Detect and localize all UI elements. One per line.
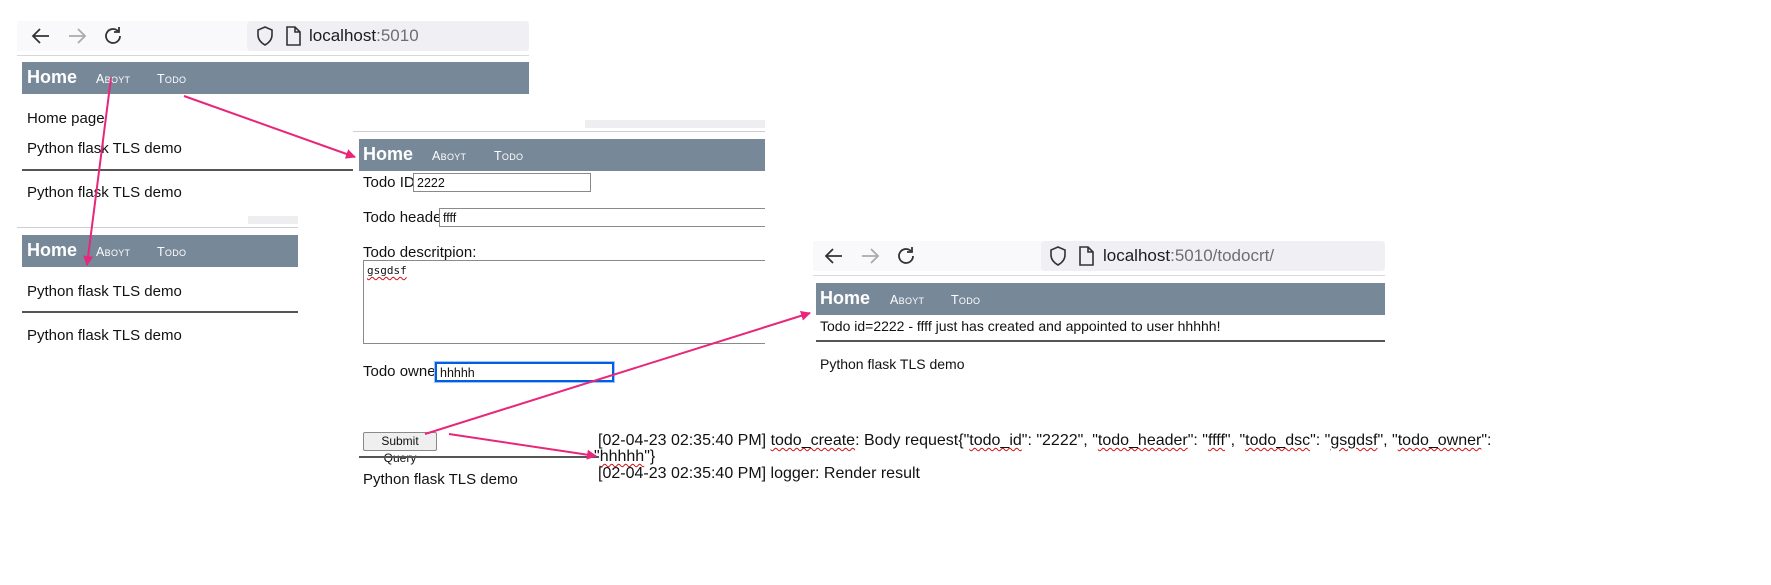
footer-text: Python flask TLS demo (27, 283, 182, 300)
navbar-1b: Home Aboyt Todo (22, 235, 298, 267)
footer-text: Python flask TLS demo (820, 356, 965, 372)
log-text: todo_owner (1397, 432, 1482, 449)
todo-id-input[interactable]: 2222 (413, 173, 591, 192)
url-bar[interactable]: localhost:5010 (247, 21, 529, 51)
divider (22, 169, 353, 171)
description-text: gsgdsf (367, 264, 407, 277)
log-text: todo_dsc (1245, 432, 1311, 449)
browser-toolbar-3: localhost:5010/todocrt/ (813, 241, 1385, 271)
footer-text: Python flask TLS demo (27, 327, 182, 344)
url-port: :5010 (376, 26, 419, 45)
forward-arrow-icon[interactable] (65, 24, 89, 48)
divider (22, 311, 298, 313)
url-host: localhost (309, 26, 377, 45)
log-text: ": "2222", " (1021, 432, 1098, 449)
home-page-text: Home page (27, 110, 105, 127)
back-arrow-icon[interactable] (822, 244, 846, 268)
url-text: localhost:5010 (309, 26, 419, 46)
nav-todo-link[interactable]: Todo (157, 245, 186, 259)
nav-about-link[interactable]: Aboyt (890, 293, 924, 307)
todo-owner-label: Todo owner: (363, 363, 445, 380)
forward-arrow-icon[interactable] (858, 244, 882, 268)
toolbar-divider (17, 227, 298, 228)
nav-home-link[interactable]: Home (27, 240, 77, 261)
nav-home-link[interactable]: Home (27, 67, 77, 88)
toolbar-strip (248, 216, 298, 224)
log-text: ": (1481, 432, 1492, 449)
log-text: hhhhh (599, 448, 645, 465)
log-text: todo_header (1097, 432, 1188, 449)
log-text: ", " (1224, 432, 1246, 449)
toolbar-divider (17, 55, 529, 56)
todo-header-input[interactable]: ffff (439, 208, 765, 227)
divider (816, 340, 1385, 342)
back-arrow-icon[interactable] (29, 24, 53, 48)
reload-icon[interactable] (894, 244, 918, 268)
todo-description-textarea[interactable]: gsgdsf (363, 260, 765, 344)
nav-home-link[interactable]: Home (363, 144, 413, 165)
todo-description-label: Todo descritpion: (363, 244, 477, 261)
todo-owner-input[interactable]: hhhhh (435, 362, 614, 382)
footer-text: Python flask TLS demo (27, 184, 182, 201)
log-text: "} (644, 448, 656, 465)
navbar-3: Home Aboyt Todo (816, 283, 1385, 315)
log-text: ffff (1207, 432, 1225, 449)
log-text: todo_create (770, 432, 856, 449)
nav-todo-link[interactable]: Todo (951, 293, 980, 307)
reload-icon[interactable] (101, 24, 125, 48)
arrow-submit-to-log (448, 433, 597, 460)
toolbar-divider (813, 275, 1385, 276)
nav-about-link[interactable]: Aboyt (96, 72, 130, 86)
nav-todo-link[interactable]: Todo (494, 149, 523, 163)
shield-icon[interactable] (1046, 244, 1070, 268)
log-text: gsgdsf (1330, 432, 1378, 449)
log-text: ": " (1187, 432, 1208, 449)
todo-id-label: Todo ID: (363, 174, 419, 191)
page-icon (281, 24, 305, 48)
toolbar-divider (353, 131, 765, 132)
footer-text: Python flask TLS demo (363, 471, 518, 488)
arrow-todo-to-form (183, 95, 356, 159)
log-text: ": " (1310, 432, 1331, 449)
nav-about-link[interactable]: Aboyt (432, 149, 466, 163)
nav-todo-link[interactable]: Todo (157, 72, 186, 86)
nav-about-link[interactable]: Aboyt (96, 245, 130, 259)
nav-home-link[interactable]: Home (820, 288, 870, 309)
todo-header-label: Todo header: (363, 209, 451, 226)
log-text: ", " (1377, 432, 1398, 449)
url-host: localhost (1103, 246, 1171, 265)
result-message: Todo id=2222 - ffff just has created and… (820, 318, 1221, 334)
log-text: todo_id (969, 432, 1022, 449)
url-text: localhost:5010/todocrt/ (1103, 246, 1274, 266)
log-line: "hhhhh"} (594, 448, 655, 466)
log-line: [02-04-23 02:35:40 PM] todo_create: Body… (598, 432, 1491, 450)
page-icon (1074, 244, 1098, 268)
navbar-1: Home Aboyt Todo (22, 62, 529, 94)
url-bar[interactable]: localhost:5010/todocrt/ (1041, 241, 1385, 271)
toolbar-strip (585, 120, 765, 128)
submit-button[interactable]: Submit Query (363, 432, 437, 465)
footer-text: Python flask TLS demo (27, 140, 182, 157)
log-line: [02-04-23 02:35:40 PM] logger: Render re… (598, 465, 920, 482)
browser-toolbar-1: localhost:5010 (17, 21, 529, 51)
divider (359, 456, 599, 458)
log-text: [02-04-23 02:35:40 PM] (598, 432, 771, 449)
shield-icon[interactable] (253, 24, 277, 48)
log-text: : Body request{" (855, 432, 970, 449)
navbar-2: Home Aboyt Todo (359, 139, 765, 171)
url-path: :5010/todocrt/ (1170, 246, 1275, 265)
